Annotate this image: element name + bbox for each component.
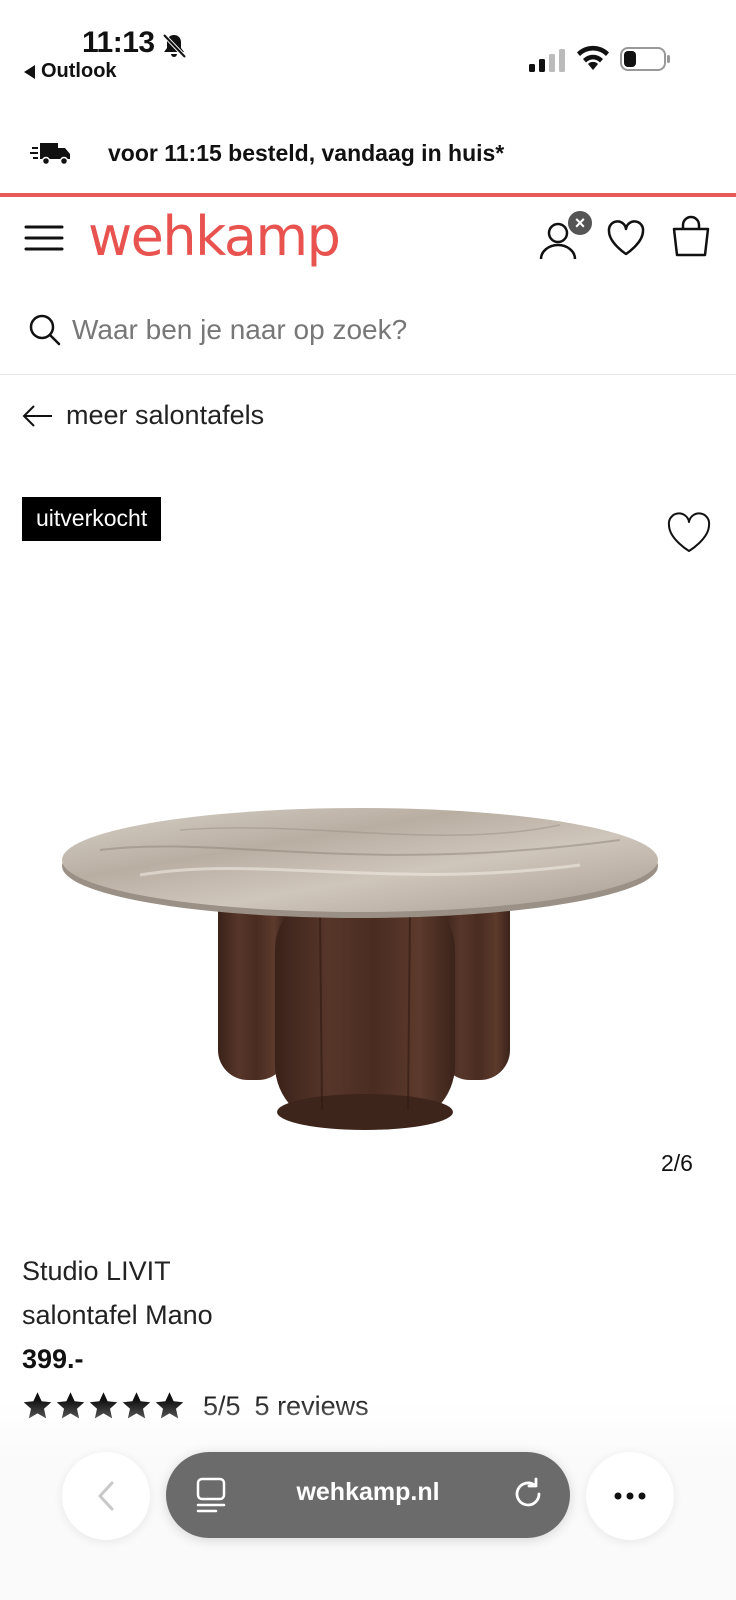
arrow-left-icon — [22, 404, 52, 427]
cellular-signal-icon — [529, 49, 565, 72]
browser-back-button[interactable] — [62, 1452, 150, 1540]
back-to-category-link[interactable]: meer salontafels — [22, 400, 264, 431]
wifi-icon — [577, 45, 609, 70]
status-time: 11:13 — [82, 26, 155, 59]
product-wishlist-heart-icon[interactable] — [666, 512, 712, 554]
address-bar[interactable]: wehkamp.nl — [166, 1452, 570, 1538]
search-input[interactable] — [72, 305, 692, 355]
back-triangle-icon — [24, 64, 35, 79]
back-to-app-link[interactable]: Outlook — [24, 60, 117, 83]
image-counter: 2/6 — [661, 1150, 693, 1176]
close-icon[interactable]: × — [566, 209, 594, 237]
status-bar: 11:13 Outlook — [0, 0, 736, 100]
search-icon — [29, 314, 61, 346]
shopping-bag-icon[interactable] — [670, 215, 712, 259]
delivery-banner: voor 11:15 besteld, vandaag in huis* — [0, 120, 736, 192]
more-options-button[interactable] — [586, 1452, 674, 1540]
delivery-truck-icon — [30, 143, 70, 166]
back-link-label: meer salontafels — [66, 400, 265, 430]
hamburger-menu-icon[interactable] — [24, 223, 64, 253]
back-app-label: Outlook — [41, 60, 117, 82]
battery-icon — [620, 47, 670, 71]
search-bar — [0, 295, 736, 375]
product-price: 399.- — [22, 1344, 84, 1374]
reload-icon[interactable] — [510, 1476, 546, 1512]
sold-out-badge: uitverkocht — [22, 497, 162, 541]
chevron-left-icon — [98, 1481, 114, 1511]
wishlist-heart-icon[interactable] — [606, 219, 646, 257]
wehkamp-logo[interactable]: wehkamp — [88, 205, 341, 268]
product-name: salontafel Mano — [22, 1300, 213, 1330]
product-image[interactable] — [60, 780, 680, 1160]
product-brand[interactable]: Studio LIVIT — [22, 1256, 171, 1287]
site-header: wehkamp × — [0, 197, 736, 287]
more-dots-icon — [614, 1492, 646, 1500]
bell-muted-icon — [162, 33, 187, 59]
delivery-text: voor 11:15 besteld, vandaag in huis* — [108, 140, 505, 166]
